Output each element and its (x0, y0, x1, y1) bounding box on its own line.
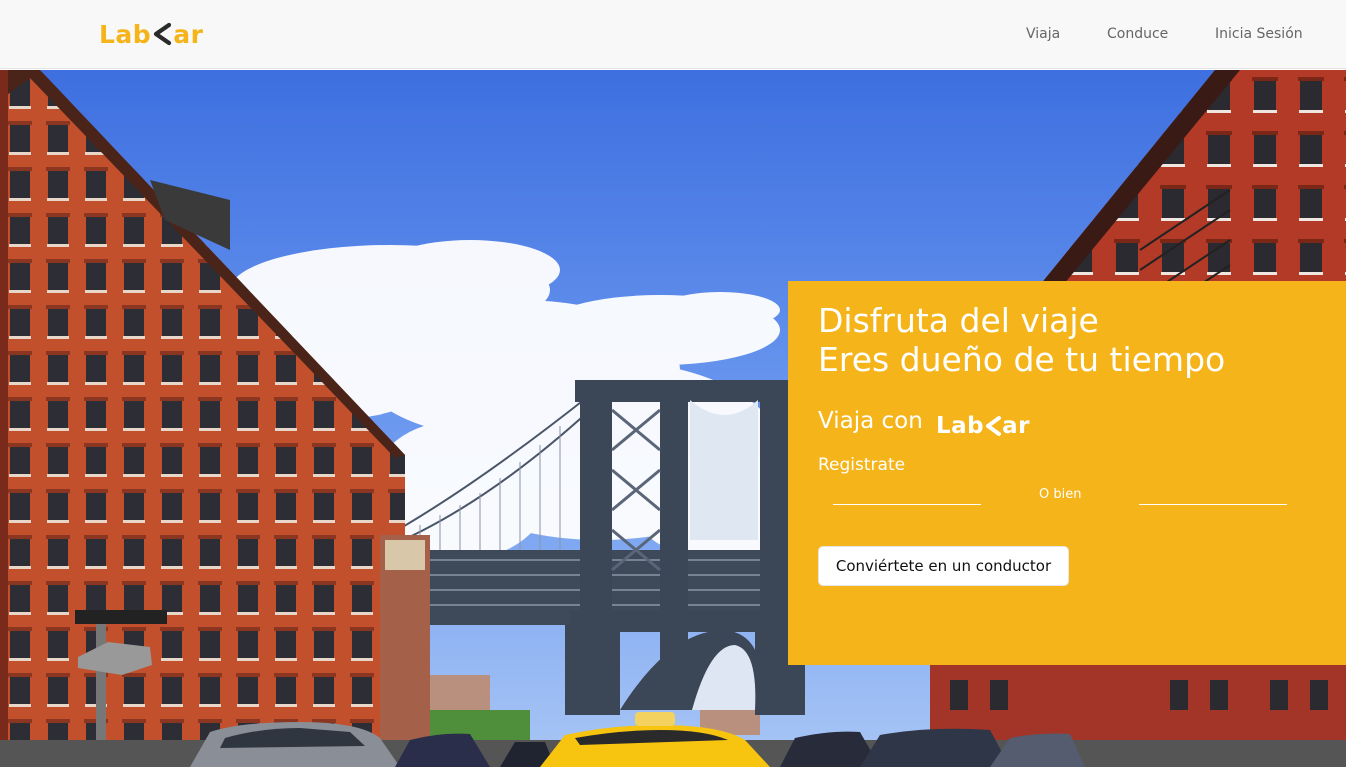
panel-logo-text-right: ar (1002, 413, 1031, 439)
divider-line-right (1139, 504, 1287, 505)
nav-link-login[interactable]: Inicia Sesión (1215, 26, 1303, 42)
panel-logo: Lab ar (936, 412, 1030, 440)
nav-link-conduce[interactable]: Conduce (1107, 26, 1168, 42)
signup-panel: Disfruta del viaje Eres dueño de tu tiem… (788, 281, 1346, 665)
brand-logo[interactable]: Lab ar (99, 19, 203, 49)
chevron-left-icon (986, 416, 1002, 436)
headline-line-2: Eres dueño de tu tiempo (818, 340, 1226, 379)
panel-logo-text-left: Lab (936, 413, 985, 439)
nav-link-viaja[interactable]: Viaja (1026, 26, 1060, 42)
headline-line-1: Disfruta del viaje (818, 301, 1099, 340)
navbar: Lab ar Viaja Conduce Inicia Sesión (0, 0, 1346, 69)
divider-line-left (833, 504, 981, 505)
logo-text-right: ar (173, 19, 204, 49)
logo-text-left: Lab (99, 19, 152, 49)
chevron-left-icon (154, 22, 172, 46)
register-link[interactable]: Registrate (818, 455, 905, 475)
become-driver-button[interactable]: Conviértete en un conductor (818, 546, 1069, 586)
hero-headline: Disfruta del viaje Eres dueño de tu tiem… (818, 301, 1225, 379)
divider-text: O bien (1039, 487, 1082, 502)
viaja-con-text: Viaja con (818, 408, 923, 434)
